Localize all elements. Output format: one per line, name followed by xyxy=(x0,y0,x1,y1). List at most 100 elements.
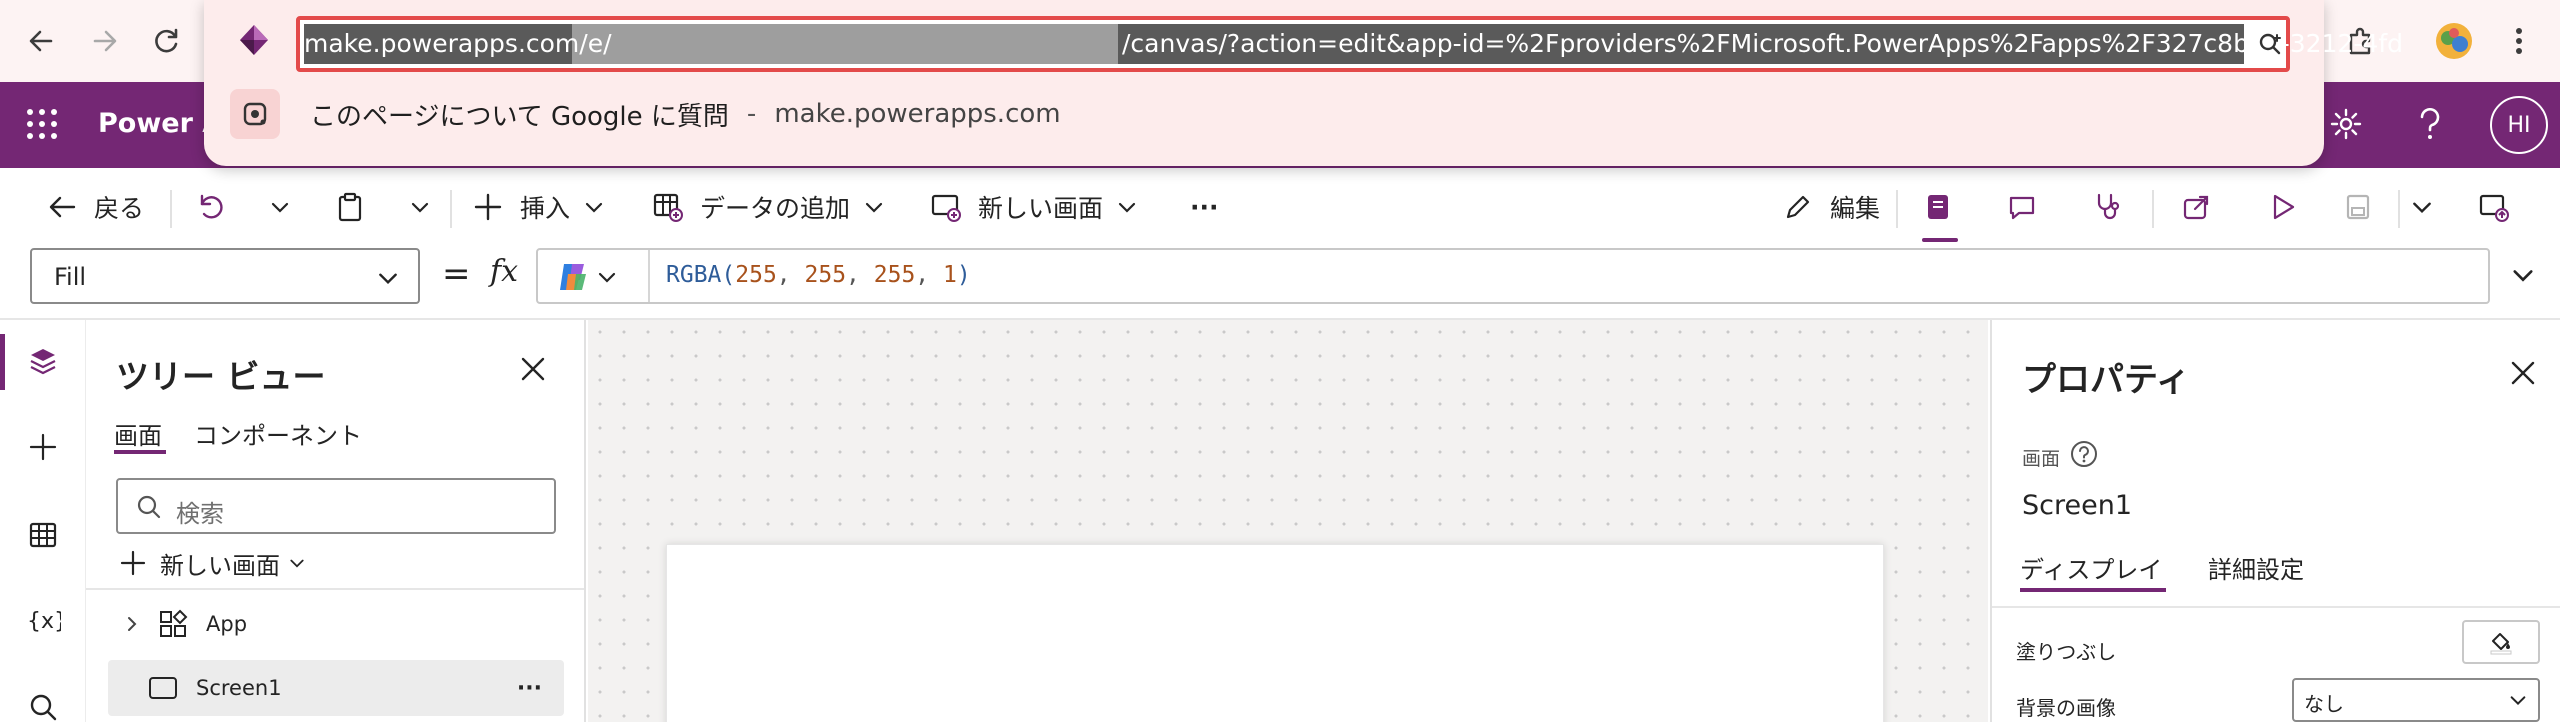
expand-formula-chevron-icon[interactable] xyxy=(2510,262,2536,288)
chevron-down-icon xyxy=(856,189,892,225)
tree-item-app[interactable]: App xyxy=(86,598,584,650)
url-host-text: make.powerapps.com/e/ xyxy=(304,29,612,58)
chevron-down-icon xyxy=(288,554,306,572)
chevron-down-icon xyxy=(596,266,618,288)
forward-arrow-icon[interactable] xyxy=(84,20,126,62)
back-arrow-icon[interactable] xyxy=(20,20,62,62)
tab-advanced[interactable]: 詳細設定 xyxy=(2208,550,2304,585)
suggestion-site: make.powerapps.com xyxy=(774,99,1061,129)
save-dropdown-button[interactable] xyxy=(2404,186,2440,228)
settings-gear-icon[interactable] xyxy=(2328,106,2364,142)
property-dropdown[interactable]: Fill xyxy=(30,248,420,304)
search-icon xyxy=(136,494,162,520)
more-commands-button[interactable]: ··· xyxy=(1190,186,1219,228)
chevron-down-icon xyxy=(376,266,400,290)
background-image-dropdown[interactable]: なし xyxy=(2292,678,2540,722)
paste-dropdown-button[interactable] xyxy=(402,186,438,228)
notes-button[interactable] xyxy=(1920,186,1956,228)
property-value: Fill xyxy=(54,263,87,291)
close-icon[interactable] xyxy=(2510,360,2536,386)
reload-icon[interactable] xyxy=(146,20,188,62)
omnibox-dropdown: make.powerapps.com/e/ /canvas/?action=ed… xyxy=(204,0,2403,166)
comment-icon xyxy=(2004,189,2040,225)
preview-play-button[interactable] xyxy=(2264,186,2300,228)
left-rail: {x} xyxy=(0,320,86,722)
new-screen-label: 新しい画面 xyxy=(160,551,280,580)
tree-search-input[interactable]: 検索 xyxy=(116,478,556,534)
tree-view-title: ツリー ビュー xyxy=(116,357,326,396)
divider xyxy=(450,190,452,228)
suggestion-separator: - xyxy=(746,99,757,129)
help-question-icon[interactable] xyxy=(2412,104,2448,144)
app-launcher-waffle-icon[interactable] xyxy=(26,108,58,140)
undo-dropdown-button[interactable] xyxy=(262,186,298,228)
back-label: 戻る xyxy=(94,194,145,223)
divider xyxy=(170,190,172,228)
variables-icon[interactable]: {x} xyxy=(18,596,68,646)
paste-button[interactable] xyxy=(332,186,368,228)
google-lens-icon xyxy=(230,89,280,139)
lens-search-icon[interactable] xyxy=(2252,24,2288,64)
redacted-url-segment xyxy=(572,24,1118,64)
share-button[interactable] xyxy=(2178,186,2214,228)
insert-plus-icon[interactable] xyxy=(18,422,68,472)
omnibox-suggestion[interactable]: このページについて Google に質問 - make.powerapps.co… xyxy=(230,88,1061,140)
background-image-label: 背景の画像 xyxy=(2016,696,2116,720)
active-rail-indicator xyxy=(0,334,5,390)
profile-avatar-icon[interactable] xyxy=(2433,20,2475,62)
tree-item-label: App xyxy=(206,612,248,636)
more-options-button[interactable]: ··· xyxy=(517,676,542,701)
save-button[interactable] xyxy=(2340,186,2376,228)
screen-name: Screen1 xyxy=(2022,490,2133,521)
screen1-canvas[interactable] xyxy=(666,544,1884,722)
fill-label: 塗りつぶし xyxy=(2016,640,2117,664)
formula-arg-b: 255 xyxy=(873,262,916,288)
address-bar-input[interactable]: make.powerapps.com/e/ /canvas/?action=ed… xyxy=(296,16,2403,72)
formula-bar: Fill = fx RGBA(255, 255, 255, 1) xyxy=(0,246,2560,320)
divider xyxy=(648,250,650,302)
background-image-value: なし xyxy=(2304,692,2344,716)
formula-input[interactable]: RGBA(255, 255, 255, 1) xyxy=(536,248,2490,304)
add-data-button[interactable]: データの追加 xyxy=(650,186,892,228)
close-icon[interactable] xyxy=(520,356,546,382)
new-screen-button[interactable]: 新しい画面 xyxy=(928,186,1145,228)
chevron-right-icon[interactable] xyxy=(124,616,140,632)
user-avatar[interactable]: HI xyxy=(2490,96,2548,154)
search-icon[interactable] xyxy=(18,682,68,722)
back-button[interactable]: 戻る xyxy=(44,186,144,228)
pencil-icon xyxy=(1780,189,1816,225)
power-apps-favicon-icon xyxy=(236,22,272,58)
tree-view-panel: ツリー ビュー 画面 コンポーネント 検索 新しい画面 App Screen1 … xyxy=(86,320,586,722)
table-add-icon xyxy=(650,189,686,225)
app-components-icon xyxy=(158,609,188,639)
tab-components[interactable]: コンポーネント xyxy=(194,416,362,451)
plus-icon xyxy=(470,189,506,225)
new-screen-link[interactable]: 新しい画面 xyxy=(120,542,306,584)
insert-button[interactable]: 挿入 xyxy=(470,186,612,228)
suggestion-text: このページについて Google に質問 xyxy=(310,101,729,132)
publish-button[interactable] xyxy=(2476,186,2512,228)
back-arrow-icon xyxy=(44,189,80,225)
fill-color-button[interactable] xyxy=(2462,620,2540,664)
stethoscope-icon xyxy=(2090,189,2126,225)
publish-icon xyxy=(2476,189,2512,225)
tree-item-screen1[interactable]: Screen1 ··· xyxy=(108,660,564,716)
svg-text:{x}: {x} xyxy=(27,609,61,634)
divider xyxy=(86,588,584,590)
kebab-menu-icon[interactable] xyxy=(2498,20,2540,62)
comments-button[interactable] xyxy=(2004,186,2040,228)
design-canvas[interactable] xyxy=(588,320,1988,722)
tab-screens[interactable]: 画面 xyxy=(114,416,162,451)
properties-panel: プロパティ 画面 Screen1 ディスプレイ 詳細設定 塗りつぶし 背景の画像… xyxy=(1990,320,2560,722)
edit-button[interactable]: 編集 xyxy=(1780,186,1880,228)
share-icon xyxy=(2178,189,2214,225)
copilot-button[interactable] xyxy=(556,258,618,296)
undo-button[interactable] xyxy=(192,186,228,228)
data-table-icon[interactable] xyxy=(18,510,68,560)
save-icon xyxy=(2340,189,2376,225)
app-checker-button[interactable] xyxy=(2090,186,2126,228)
help-question-icon[interactable] xyxy=(2070,440,2098,468)
divider xyxy=(2152,190,2154,228)
tree-view-layers-icon[interactable] xyxy=(18,336,68,386)
tab-display[interactable]: ディスプレイ xyxy=(2020,550,2162,585)
